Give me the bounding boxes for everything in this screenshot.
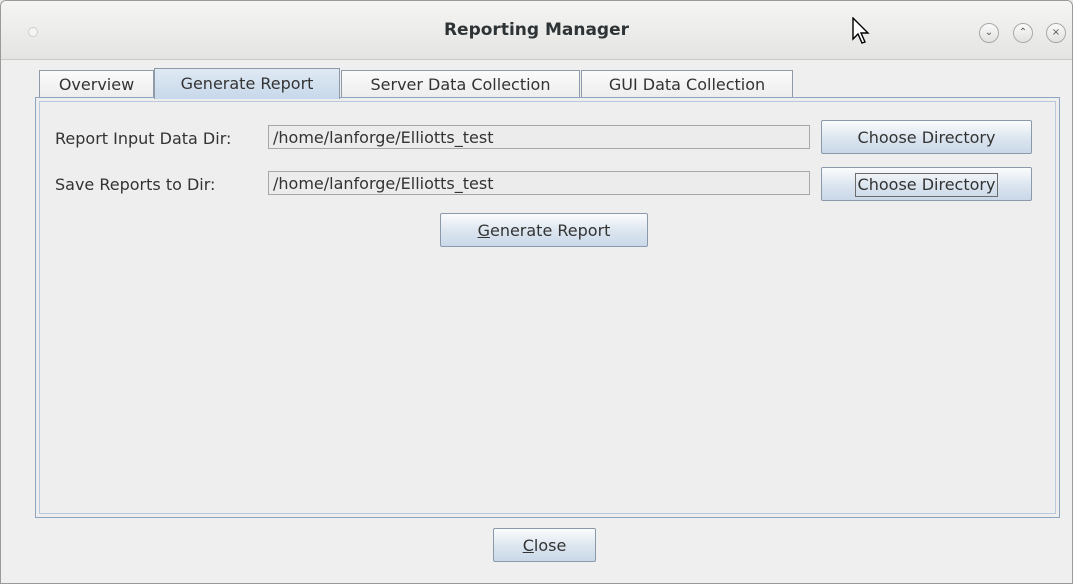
minimize-button[interactable]: ⌄ xyxy=(979,23,999,43)
tab-gui-data-collection[interactable]: GUI Data Collection xyxy=(581,70,793,99)
focus-ring: Choose Directory xyxy=(854,173,999,197)
save-dir-label: Save Reports to Dir: xyxy=(55,175,216,194)
generate-mnemonic: G xyxy=(477,221,490,240)
mouse-pointer-icon xyxy=(852,17,870,44)
input-dir-label: Report Input Data Dir: xyxy=(55,129,232,148)
title-bar[interactable]: Reporting Manager ⌄ ⌃ × xyxy=(1,1,1072,60)
tab-generate-report[interactable]: Generate Report xyxy=(154,68,340,99)
tab-overview[interactable]: Overview xyxy=(39,70,154,99)
close-window-button[interactable]: × xyxy=(1046,23,1066,43)
maximize-button[interactable]: ⌃ xyxy=(1013,23,1033,43)
panel-border xyxy=(39,101,1056,514)
generate-report-button[interactable]: Generate Report xyxy=(440,213,648,247)
window-title: Reporting Manager xyxy=(443,20,630,40)
generate-label: enerate Report xyxy=(489,221,611,240)
close-button[interactable]: Close xyxy=(493,528,596,562)
generate-report-panel xyxy=(35,97,1060,518)
tab-server-data-collection[interactable]: Server Data Collection xyxy=(341,70,580,99)
close-label: lose xyxy=(533,536,567,555)
save-dir-field[interactable]: /home/lanforge/Elliotts_test xyxy=(268,171,810,195)
input-dir-field[interactable]: /home/lanforge/Elliotts_test xyxy=(268,125,810,149)
close-mnemonic: C xyxy=(522,536,534,555)
choose-save-directory-button[interactable]: Choose Directory xyxy=(821,167,1032,201)
reporting-manager-window: Reporting Manager ⌄ ⌃ × Overview Generat… xyxy=(0,0,1073,584)
choose-input-directory-button[interactable]: Choose Directory xyxy=(821,120,1032,154)
